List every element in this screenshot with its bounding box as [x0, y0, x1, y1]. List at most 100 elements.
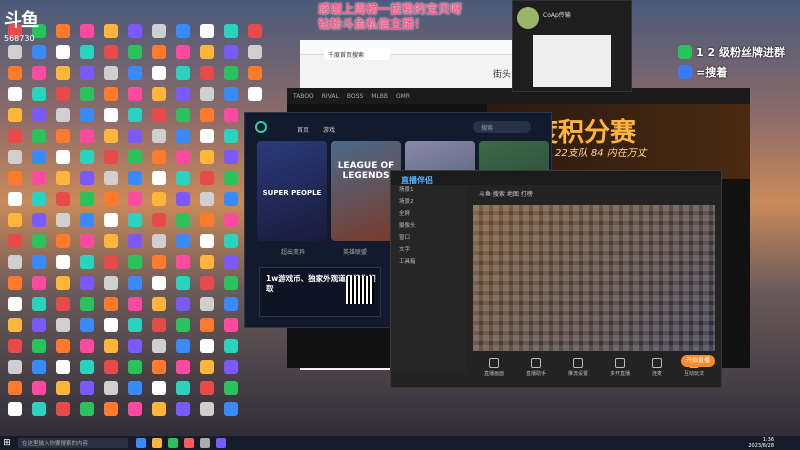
- desktop-icon[interactable]: [52, 150, 74, 168]
- desktop-icon[interactable]: [172, 150, 194, 168]
- desktop-icon[interactable]: [148, 234, 170, 252]
- desktop-icon[interactable]: [28, 360, 50, 378]
- stream-companion-window[interactable]: 直播伴侣 斗鱼·搜索 地图 打榜 场景1 场景2 全屏 摄像头 窗口 文字 工具…: [390, 170, 722, 388]
- desktop-icon[interactable]: [4, 87, 26, 105]
- desktop-icon[interactable]: [196, 108, 218, 126]
- desktop-icon[interactable]: [196, 255, 218, 273]
- desktop-icon[interactable]: [100, 192, 122, 210]
- desktop-icon[interactable]: [220, 297, 242, 315]
- taskbar-app-icon[interactable]: [136, 438, 146, 448]
- scene-item[interactable]: 场景1: [391, 185, 467, 197]
- desktop-icon[interactable]: [76, 108, 98, 126]
- desktop-icon[interactable]: [76, 381, 98, 399]
- scene-item[interactable]: 场景2: [391, 197, 467, 209]
- taskbar-search-input[interactable]: 在这里输入你要搜索的内容: [18, 438, 128, 448]
- desktop-icon[interactable]: [124, 234, 146, 252]
- desktop-icon[interactable]: [148, 360, 170, 378]
- desktop-icon[interactable]: [220, 150, 242, 168]
- desktop-icon[interactable]: [220, 360, 242, 378]
- desktop-icon[interactable]: [4, 276, 26, 294]
- desktop-icon[interactable]: [4, 297, 26, 315]
- desktop-icon[interactable]: [148, 297, 170, 315]
- desktop-icon[interactable]: [76, 24, 98, 42]
- desktop-icon[interactable]: [76, 276, 98, 294]
- desktop-icon[interactable]: [52, 45, 74, 63]
- desktop-icon[interactable]: [172, 339, 194, 357]
- desktop-icon[interactable]: [244, 66, 266, 84]
- desktop-icon[interactable]: [4, 255, 26, 273]
- desktop-icon[interactable]: [148, 129, 170, 147]
- desktop-icon[interactable]: [124, 381, 146, 399]
- desktop-icon[interactable]: [4, 360, 26, 378]
- desktop-icon[interactable]: [220, 24, 242, 42]
- desktop-icon[interactable]: [220, 66, 242, 84]
- nav-games[interactable]: 游戏: [323, 127, 335, 134]
- desktop-icon[interactable]: [52, 129, 74, 147]
- desktop-icon[interactable]: [28, 66, 50, 84]
- desktop-icon[interactable]: [100, 276, 122, 294]
- desktop-icon[interactable]: [124, 213, 146, 231]
- desktop-icon[interactable]: [244, 87, 266, 105]
- desktop-icon[interactable]: [148, 150, 170, 168]
- desktop-icon[interactable]: [196, 150, 218, 168]
- desktop-icon[interactable]: [28, 108, 50, 126]
- desktop-icon[interactable]: [28, 171, 50, 189]
- desktop-icon[interactable]: [220, 255, 242, 273]
- desktop-icon[interactable]: [196, 213, 218, 231]
- desktop-icon[interactable]: [172, 213, 194, 231]
- desktop-icon[interactable]: [124, 255, 146, 273]
- desktop-icon[interactable]: [28, 276, 50, 294]
- scene-item[interactable]: 工具箱: [391, 257, 467, 269]
- desktop-icon[interactable]: [100, 360, 122, 378]
- desktop-icon[interactable]: [220, 213, 242, 231]
- desktop-icon[interactable]: [148, 66, 170, 84]
- desktop-icon[interactable]: [148, 24, 170, 42]
- desktop-icon[interactable]: [100, 213, 122, 231]
- desktop-icon[interactable]: [196, 402, 218, 420]
- desktop-icon[interactable]: [4, 45, 26, 63]
- desktop-icon[interactable]: [172, 318, 194, 336]
- desktop-icon[interactable]: [52, 297, 74, 315]
- desktop-icon[interactable]: [148, 255, 170, 273]
- desktop-icon[interactable]: [76, 402, 98, 420]
- taskbar-clock[interactable]: 1:36 2023/8/28: [748, 437, 774, 449]
- scene-item[interactable]: 摄像头: [391, 221, 467, 233]
- desktop-icon[interactable]: [100, 255, 122, 273]
- desktop-icon[interactable]: [100, 108, 122, 126]
- launcher-search-input[interactable]: 搜索: [473, 121, 531, 133]
- desktop-icon[interactable]: [196, 129, 218, 147]
- desktop-icon[interactable]: [52, 339, 74, 357]
- desktop-icon[interactable]: [124, 297, 146, 315]
- desktop-icon[interactable]: [148, 87, 170, 105]
- desktop-icon[interactable]: [196, 192, 218, 210]
- desktop-icon[interactable]: [76, 297, 98, 315]
- desktop-icon[interactable]: [52, 402, 74, 420]
- desktop-icon[interactable]: [172, 255, 194, 273]
- desktop-icon[interactable]: [52, 87, 74, 105]
- desktop-icon[interactable]: [100, 45, 122, 63]
- desktop-icon[interactable]: [172, 24, 194, 42]
- desktop-icon[interactable]: [76, 360, 98, 378]
- windows-start-icon[interactable]: ⊞: [0, 436, 14, 450]
- desktop-icon[interactable]: [76, 255, 98, 273]
- desktop-icon[interactable]: [52, 255, 74, 273]
- desktop-icon[interactable]: [28, 45, 50, 63]
- desktop-icon[interactable]: [52, 381, 74, 399]
- desktop-icon[interactable]: [172, 360, 194, 378]
- desktop-icon[interactable]: [148, 339, 170, 357]
- desktop-icon[interactable]: [172, 171, 194, 189]
- desktop-icon[interactable]: [76, 318, 98, 336]
- desktop-icon[interactable]: [220, 234, 242, 252]
- desktop-icon[interactable]: [148, 318, 170, 336]
- desktop-icon[interactable]: [4, 213, 26, 231]
- desktop-icon[interactable]: [148, 192, 170, 210]
- desktop-icon[interactable]: [52, 360, 74, 378]
- desktop-icon[interactable]: [52, 66, 74, 84]
- desktop-icon[interactable]: [172, 234, 194, 252]
- desktop-icon[interactable]: [76, 339, 98, 357]
- desktop-icon[interactable]: [52, 318, 74, 336]
- desktop-icon[interactable]: [196, 360, 218, 378]
- desktop-icon[interactable]: [124, 318, 146, 336]
- desktop-icon[interactable]: [124, 129, 146, 147]
- desktop-icon[interactable]: [52, 171, 74, 189]
